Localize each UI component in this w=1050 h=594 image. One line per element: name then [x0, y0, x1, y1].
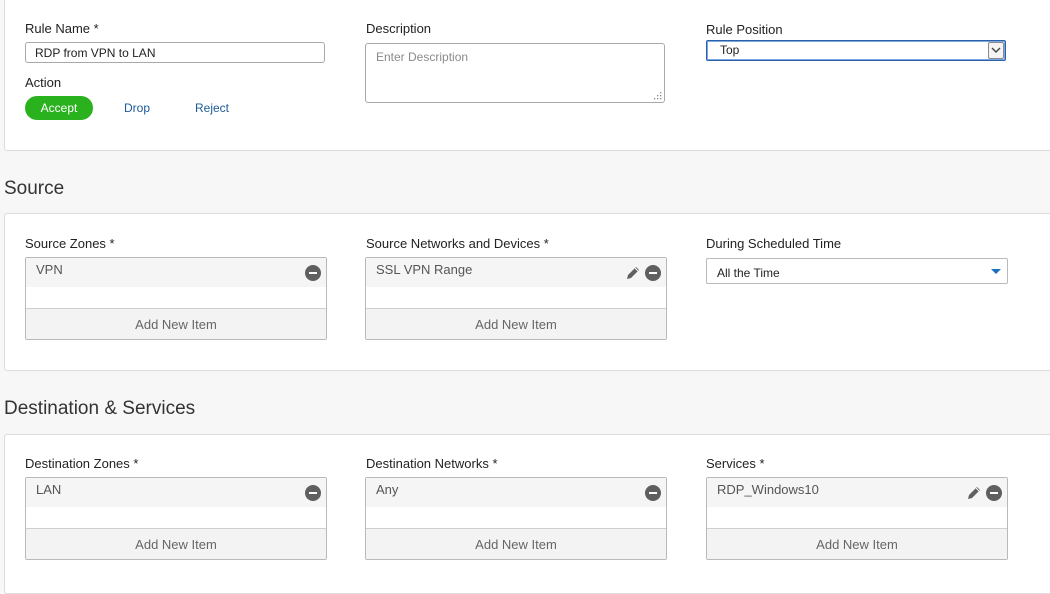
description-label: Description — [366, 21, 432, 36]
services-picker: RDP_Windows10 Add New Item — [706, 477, 1008, 560]
add-new-item-button[interactable]: Add New Item — [26, 308, 326, 339]
schedule-value: All the Time — [717, 266, 780, 280]
description-textarea[interactable] — [365, 43, 665, 103]
remove-icon[interactable] — [305, 265, 321, 281]
rule-name-label: Rule Name * — [25, 21, 99, 36]
destination-zones-picker: LAN Add New Item — [25, 477, 327, 560]
add-new-item-button[interactable]: Add New Item — [707, 528, 1007, 559]
rule-position-value: Top — [720, 43, 740, 57]
destination-networks-picker: Any Add New Item — [365, 477, 667, 560]
list-item: LAN — [26, 478, 326, 507]
destination-zones-label: Destination Zones * — [25, 456, 139, 471]
source-section-title: Source — [4, 178, 65, 199]
destination-section-title: Destination & Services — [4, 398, 196, 419]
source-network-item: SSL VPN Range — [376, 262, 473, 277]
chevron-down-icon[interactable] — [988, 42, 1004, 59]
accept-button[interactable]: Accept — [25, 96, 93, 120]
service-item: RDP_Windows10 — [717, 482, 819, 497]
action-label: Action — [25, 75, 62, 90]
add-new-item-button[interactable]: Add New Item — [366, 528, 666, 559]
source-zones-label: Source Zones * — [25, 236, 115, 251]
add-new-item-button[interactable]: Add New Item — [366, 308, 666, 339]
source-networks-picker: SSL VPN Range Add New Item — [365, 257, 667, 340]
rule-name-input[interactable] — [25, 42, 325, 63]
remove-icon[interactable] — [645, 265, 661, 281]
remove-icon[interactable] — [305, 485, 321, 501]
rule-position-label: Rule Position — [706, 22, 783, 37]
list-item: VPN — [26, 258, 326, 287]
list-item: SSL VPN Range — [366, 258, 666, 287]
schedule-dropdown[interactable]: All the Time — [706, 258, 1008, 284]
destination-networks-label: Destination Networks * — [366, 456, 498, 471]
schedule-label: During Scheduled Time — [706, 236, 842, 251]
resize-grip-icon[interactable] — [654, 92, 662, 100]
drop-button[interactable]: Drop — [123, 96, 151, 120]
add-new-item-button[interactable]: Add New Item — [26, 528, 326, 559]
pencil-edit-icon[interactable] — [966, 485, 982, 501]
destination-network-item: Any — [376, 482, 399, 497]
remove-icon[interactable] — [645, 485, 661, 501]
pencil-edit-icon[interactable] — [625, 265, 641, 281]
list-item: Any — [366, 478, 666, 507]
source-zones-picker: VPN Add New Item — [25, 257, 327, 340]
reject-button[interactable]: Reject — [194, 96, 230, 120]
source-networks-label: Source Networks and Devices * — [366, 236, 549, 251]
services-label: Services * — [706, 456, 765, 471]
remove-icon[interactable] — [986, 485, 1002, 501]
destination-zone-item: LAN — [36, 482, 62, 497]
caret-down-icon — [991, 269, 1001, 274]
rule-position-select[interactable]: Top — [706, 40, 1006, 61]
source-zone-item: VPN — [36, 262, 63, 277]
list-item: RDP_Windows10 — [707, 478, 1007, 507]
